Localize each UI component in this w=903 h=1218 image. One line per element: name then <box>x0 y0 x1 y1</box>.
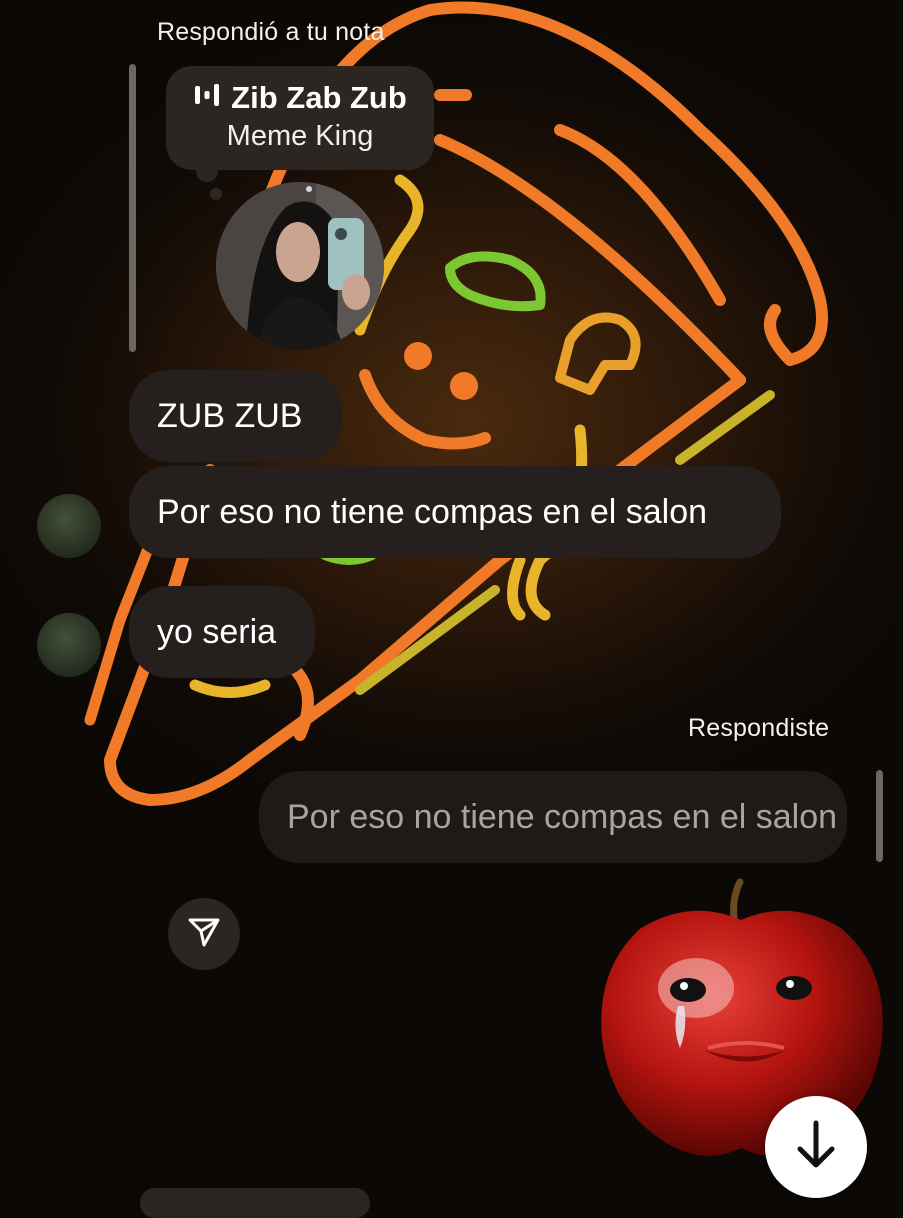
send-paper-plane-icon <box>186 914 222 955</box>
sender-avatar[interactable] <box>37 494 101 558</box>
scroll-to-bottom-button[interactable] <box>765 1096 867 1198</box>
message-bubble[interactable]: ZUB ZUB <box>129 370 342 462</box>
send-button[interactable] <box>168 898 240 970</box>
message-composer-edge <box>140 1188 370 1218</box>
note-owner-avatar[interactable] <box>216 182 384 350</box>
arrow-down-icon <box>794 1119 838 1176</box>
reply-indicator-bar <box>129 64 136 352</box>
note-bubble[interactable]: Zib Zab Zub Meme King <box>166 66 434 170</box>
sender-avatar[interactable] <box>37 613 101 677</box>
thought-bubble-dot <box>210 188 222 200</box>
note-reply-header: Respondió a tu nota <box>157 18 385 46</box>
avatar-status-dot <box>306 186 312 192</box>
message-text: ZUB ZUB <box>157 396 303 435</box>
note-song-artist: Meme King <box>226 120 374 152</box>
quoted-reply-text: Por eso no tiene compas en el salon <box>287 797 838 836</box>
note-song-title: Zib Zab Zub <box>231 80 407 115</box>
music-bars-icon <box>193 80 221 116</box>
thought-bubble-dot <box>196 160 218 182</box>
message-text: Por eso no tiene compas en el salon <box>157 492 708 531</box>
message-bubble[interactable]: yo seria <box>129 586 315 678</box>
quoted-reply-bubble[interactable]: Por eso no tiene compas en el salon <box>259 771 847 863</box>
my-reply-header: Respondiste <box>688 714 830 742</box>
reply-indicator-bar <box>876 770 883 862</box>
message-text: yo seria <box>157 612 277 651</box>
message-bubble[interactable]: Por eso no tiene compas en el salon <box>129 466 781 558</box>
